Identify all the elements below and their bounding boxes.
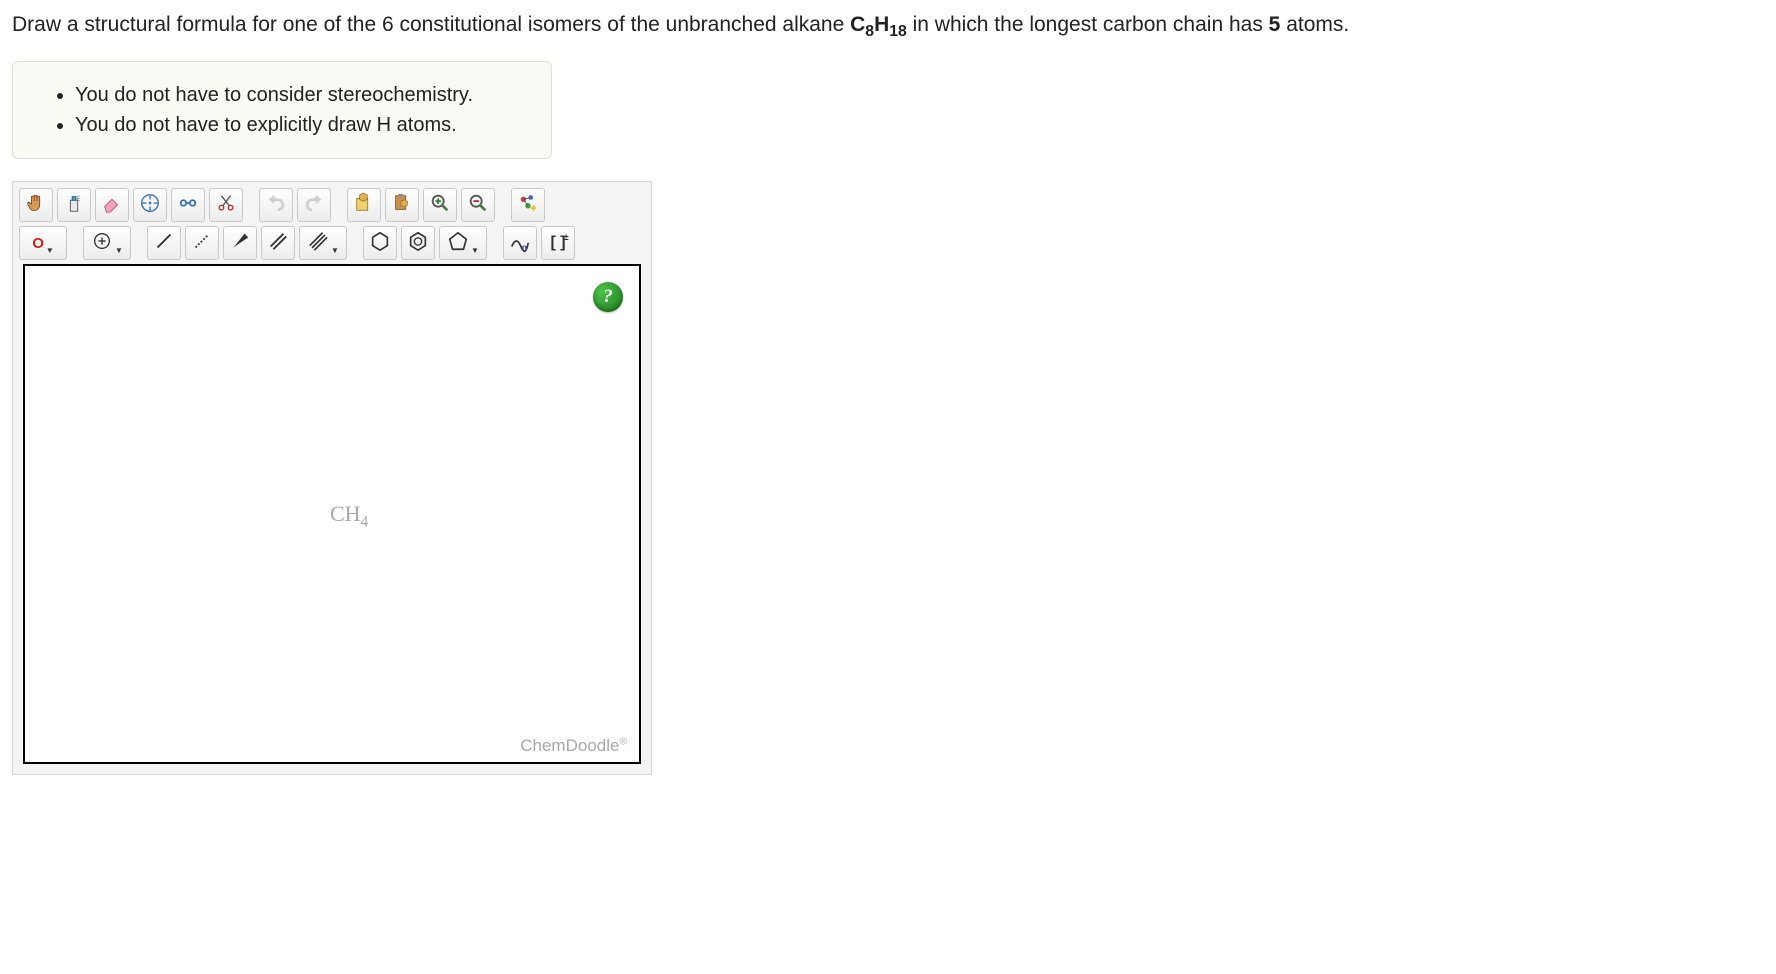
toolbar-row-1 [19, 188, 645, 222]
paste-structure-button[interactable] [385, 188, 419, 222]
single-bond-icon [153, 230, 175, 256]
copy-struct-icon [353, 192, 375, 218]
plus-circle-icon [91, 230, 113, 256]
lasso-icon [177, 192, 199, 218]
bracket-tool[interactable]: [ ]± [541, 226, 575, 260]
atom-label: O [32, 235, 44, 252]
zoom-out-icon [467, 192, 489, 218]
double-bond-tool[interactable] [261, 226, 295, 260]
svg-text:n: n [522, 243, 527, 252]
hand-icon [25, 192, 47, 218]
note-item: You do not have to explicitly draw H ato… [75, 110, 525, 140]
chevron-down-icon: ▼ [471, 246, 479, 259]
chemdoodle-branding: ChemDoodle® [520, 736, 627, 756]
chevron-down-icon: ▼ [46, 246, 54, 259]
redo-icon [303, 192, 325, 218]
move-icon [139, 192, 161, 218]
question-mark-icon: ? [603, 286, 613, 308]
cut-tool[interactable] [209, 188, 243, 222]
dashed-bond-icon [191, 230, 213, 256]
help-button[interactable]: ? [593, 282, 623, 312]
charge-picker[interactable]: ▼ [83, 226, 131, 260]
question-bold-number: 5 [1269, 13, 1281, 36]
eraser-icon [101, 192, 123, 218]
question-text: Draw a structural formula for one of the… [12, 10, 1764, 43]
question-prefix: Draw a structural formula for one of the… [12, 13, 850, 36]
formula: C8H18 [850, 13, 907, 36]
clean-structure-button[interactable] [511, 188, 545, 222]
canvas-placeholder: CH4 [330, 501, 368, 531]
hexagon-icon [369, 230, 391, 256]
drawing-canvas[interactable]: ? CH4 ChemDoodle® [23, 264, 641, 764]
single-bond-tool[interactable] [147, 226, 181, 260]
benzene-tool[interactable] [401, 226, 435, 260]
clean-icon [517, 192, 539, 218]
zoom-out-button[interactable] [461, 188, 495, 222]
chevron-down-icon: ▼ [115, 246, 123, 259]
paste-struct-icon [391, 192, 413, 218]
dashed-bond-tool[interactable] [185, 226, 219, 260]
chain-icon: n [509, 230, 531, 256]
ring-picker[interactable]: ▼ [439, 226, 487, 260]
clear-tool[interactable] [57, 188, 91, 222]
zoom-in-button[interactable] [423, 188, 457, 222]
question-middle: in which the longest carbon chain has [907, 13, 1269, 36]
benzene-icon [407, 230, 429, 256]
double-bond-icon [267, 230, 289, 256]
chemdoodle-editor: O ▼ ▼ [12, 181, 652, 775]
undo-button[interactable] [259, 188, 293, 222]
multi-bond-picker[interactable]: ▼ [299, 226, 347, 260]
wedge-bond-icon [229, 230, 251, 256]
question-suffix: atoms. [1280, 13, 1349, 36]
center-tool[interactable] [133, 188, 167, 222]
triple-bond-icon [307, 230, 329, 256]
lasso-tool[interactable] [171, 188, 205, 222]
zoom-in-icon [429, 192, 451, 218]
note-item: You do not have to consider stereochemis… [75, 80, 525, 110]
eraser-tool[interactable] [95, 188, 129, 222]
hand-tool[interactable] [19, 188, 53, 222]
chain-tool[interactable]: n [503, 226, 537, 260]
bracket-icon: [ ]± [550, 234, 565, 252]
instructions-box: You do not have to consider stereochemis… [12, 61, 552, 159]
pentagon-icon [447, 230, 469, 256]
chevron-down-icon: ▼ [331, 246, 339, 259]
atom-picker[interactable]: O ▼ [19, 226, 67, 260]
redo-button[interactable] [297, 188, 331, 222]
spray-icon [63, 192, 85, 218]
undo-icon [265, 192, 287, 218]
toolbar-row-2: O ▼ ▼ [19, 226, 645, 260]
wedge-bond-tool[interactable] [223, 226, 257, 260]
cyclohexane-tool[interactable] [363, 226, 397, 260]
copy-structure-button[interactable] [347, 188, 381, 222]
cut-icon [215, 192, 237, 218]
